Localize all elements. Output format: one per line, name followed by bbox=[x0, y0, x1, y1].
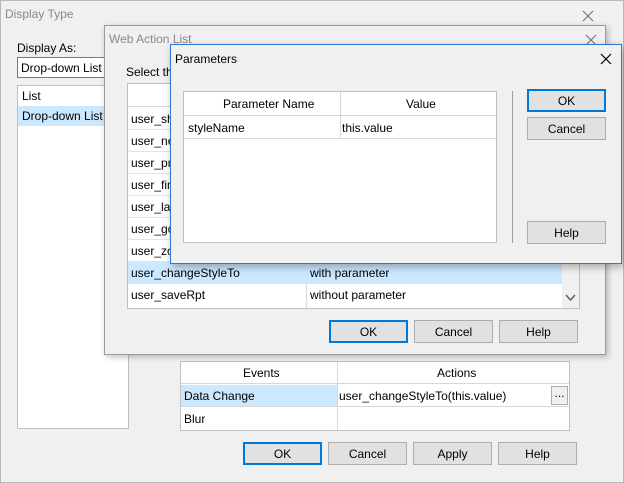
events-table: Events Actions Data Change user_changeSt… bbox=[180, 361, 570, 431]
action-name: user_ne bbox=[131, 134, 175, 148]
parameter-name-column-header[interactable]: Parameter Name bbox=[223, 97, 314, 111]
action-name: user_saveRpt bbox=[131, 288, 206, 302]
event-name: Data Change bbox=[184, 389, 255, 403]
ellipsis-button[interactable]: ... bbox=[551, 386, 568, 405]
parameters-cancel-button[interactable]: Cancel bbox=[527, 117, 606, 140]
table-row[interactable]: Data Change user_changeStyleTo(this.valu… bbox=[181, 385, 569, 407]
parameter-value: this.value bbox=[342, 121, 393, 135]
parameters-titlebar: Parameters bbox=[171, 45, 621, 73]
display-type-title: Display Type bbox=[5, 7, 74, 21]
display-type-close-icon[interactable] bbox=[580, 8, 596, 24]
scroll-down-icon[interactable] bbox=[565, 291, 576, 305]
parameters-help-button[interactable]: Help bbox=[527, 221, 606, 244]
web-action-help-button[interactable]: Help bbox=[499, 320, 578, 343]
parameters-title: Parameters bbox=[175, 52, 238, 66]
parameters-dialog: Parameters Parameter Name Value styleNam… bbox=[170, 44, 622, 264]
table-row[interactable]: styleName this.value bbox=[184, 117, 496, 139]
events-column-header[interactable]: Events bbox=[243, 366, 280, 380]
web-action-cancel-button[interactable]: Cancel bbox=[414, 320, 493, 343]
event-name: Blur bbox=[184, 412, 206, 426]
value-column-header[interactable]: Value bbox=[406, 97, 436, 111]
display-as-select[interactable]: Drop-down List bbox=[17, 57, 107, 78]
parameters-close-icon[interactable] bbox=[598, 51, 614, 67]
table-row[interactable]: Blur bbox=[181, 408, 569, 430]
table-row-selected[interactable]: user_changeStyleTo with parameter bbox=[128, 262, 562, 284]
display-type-apply-button[interactable]: Apply bbox=[413, 442, 492, 465]
web-action-ok-button[interactable]: OK bbox=[329, 320, 408, 343]
list-item-label: Drop-down List bbox=[22, 109, 103, 123]
table-row[interactable]: user_saveRpt without parameter bbox=[128, 284, 562, 306]
display-type-ok-button[interactable]: OK bbox=[243, 442, 322, 465]
events-header: Events Actions bbox=[181, 362, 569, 384]
action-name: user_sh bbox=[131, 112, 174, 126]
display-type-cancel-button[interactable]: Cancel bbox=[328, 442, 407, 465]
display-type-help-button[interactable]: Help bbox=[498, 442, 577, 465]
ellipsis-label: ... bbox=[554, 386, 565, 400]
parameter-name: styleName bbox=[188, 121, 245, 135]
action-desc: without parameter bbox=[310, 288, 407, 302]
parameters-separator bbox=[512, 91, 513, 243]
action-name: user_changeStyleTo bbox=[131, 266, 240, 280]
parameters-ok-button[interactable]: OK bbox=[527, 89, 606, 112]
list-item-label: List bbox=[22, 89, 41, 103]
action-name: user_go bbox=[131, 222, 175, 236]
action-desc: with parameter bbox=[310, 266, 390, 280]
actions-column-header[interactable]: Actions bbox=[437, 366, 476, 380]
display-as-label: Display As: bbox=[17, 41, 77, 55]
parameters-table: Parameter Name Value styleName this.valu… bbox=[183, 91, 497, 243]
event-action: user_changeStyleTo(this.value) bbox=[339, 389, 507, 403]
display-as-value: Drop-down List bbox=[21, 61, 102, 75]
